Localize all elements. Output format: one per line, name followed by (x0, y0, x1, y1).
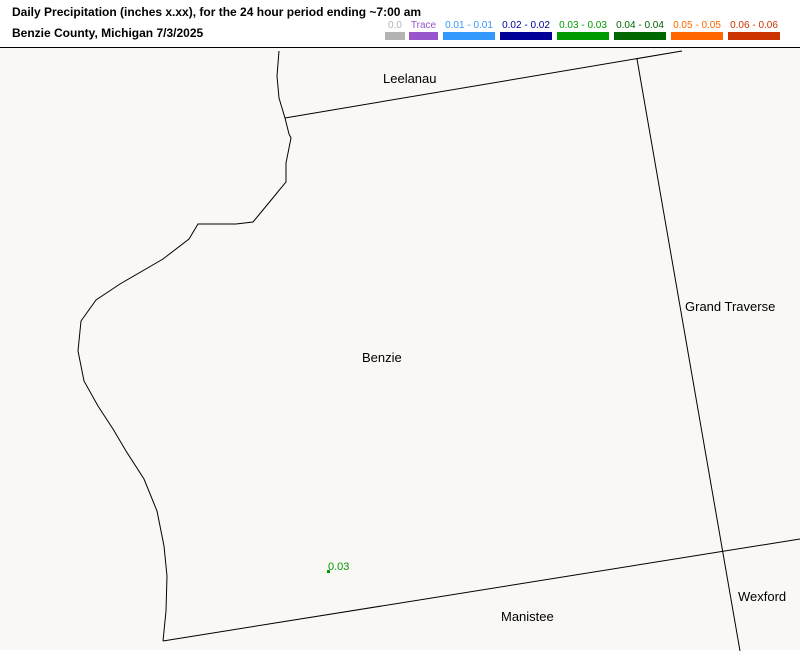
legend-label: 0.05 - 0.05 (673, 20, 721, 31)
legend-item-005: 0.05 - 0.05 (671, 20, 723, 42)
county-label-manistee: Manistee (501, 609, 554, 624)
legend-swatch (500, 32, 552, 40)
legend-swatch (728, 32, 780, 40)
county-label-benzie: Benzie (362, 350, 402, 365)
county-label-leelanau: Leelanau (383, 71, 437, 86)
legend-swatch (614, 32, 666, 40)
legend-label: Trace (410, 20, 437, 31)
county-label-grand-traverse: Grand Traverse (685, 299, 776, 314)
manistee-benzie-border (162, 538, 800, 642)
legend-item-002: 0.02 - 0.02 (500, 20, 552, 42)
legend-item-zero: 0.0 (385, 20, 405, 42)
legend-label: 0.03 - 0.03 (559, 20, 607, 31)
legend-item-003: 0.03 - 0.03 (557, 20, 609, 42)
county-map: Leelanau Grand Traverse Benzie Manistee … (0, 47, 800, 651)
legend-swatch (409, 32, 438, 40)
legend-label: 0.06 - 0.06 (730, 20, 778, 31)
legend-item-004: 0.04 - 0.04 (614, 20, 666, 42)
map-subtitle: Benzie County, Michigan 7/3/2025 (12, 26, 204, 40)
legend-item-trace: Trace (409, 20, 438, 42)
leelanau-benzie-border (284, 50, 683, 119)
legend-swatch (443, 32, 495, 40)
legend-label: 0.01 - 0.01 (445, 20, 493, 31)
legend-label: 0.02 - 0.02 (502, 20, 550, 31)
legend-swatch (671, 32, 723, 40)
county-label-wexford: Wexford (738, 589, 787, 604)
map-title: Daily Precipitation (inches x.xx), for t… (12, 5, 422, 19)
legend-swatch (385, 32, 405, 40)
legend-swatch (557, 32, 609, 40)
legend-label: 0.04 - 0.04 (616, 20, 664, 31)
map-header: Daily Precipitation (inches x.xx), for t… (0, 0, 800, 47)
legend-item-001: 0.01 - 0.01 (443, 20, 495, 42)
legend-item-006: 0.06 - 0.06 (728, 20, 780, 42)
legend-label: 0.0 (388, 20, 402, 31)
shoreline (77, 50, 292, 642)
station-value-label: 0.03 (328, 561, 350, 573)
